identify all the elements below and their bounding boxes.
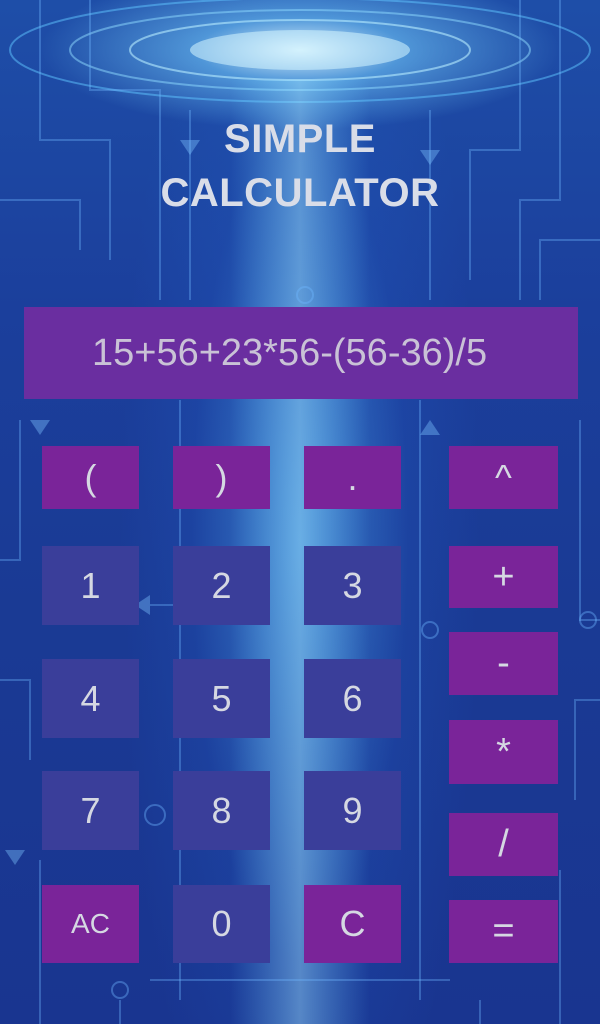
digit-7-button[interactable]: 7 (42, 771, 139, 850)
expression-text: 15+56+23*56-(56-36)/5 (92, 331, 488, 374)
equals-button[interactable]: = (449, 900, 558, 963)
title-line-2: CALCULATOR (160, 171, 440, 215)
digit-1-button[interactable]: 1 (42, 546, 139, 625)
all-clear-button[interactable]: AC (42, 885, 139, 963)
power-button[interactable]: ^ (449, 446, 558, 509)
plus-button[interactable]: + (449, 546, 558, 608)
minus-button[interactable]: - (449, 632, 558, 695)
app-title: SIMPLE CALCULATOR (0, 112, 600, 220)
digit-3-button[interactable]: 3 (304, 546, 401, 625)
title-line-1: SIMPLE (224, 117, 376, 161)
divide-button[interactable]: / (449, 813, 558, 876)
digit-5-button[interactable]: 5 (173, 659, 270, 738)
open-paren-button[interactable]: ( (42, 446, 139, 509)
digit-0-button[interactable]: 0 (173, 885, 270, 963)
expression-display: 15+56+23*56-(56-36)/5 (24, 307, 578, 399)
digit-4-button[interactable]: 4 (42, 659, 139, 738)
digit-2-button[interactable]: 2 (173, 546, 270, 625)
decimal-button[interactable]: . (304, 446, 401, 509)
clear-button[interactable]: C (304, 885, 401, 963)
close-paren-button[interactable]: ) (173, 446, 270, 509)
multiply-button[interactable]: * (449, 720, 558, 784)
digit-8-button[interactable]: 8 (173, 771, 270, 850)
digit-6-button[interactable]: 6 (304, 659, 401, 738)
digit-9-button[interactable]: 9 (304, 771, 401, 850)
